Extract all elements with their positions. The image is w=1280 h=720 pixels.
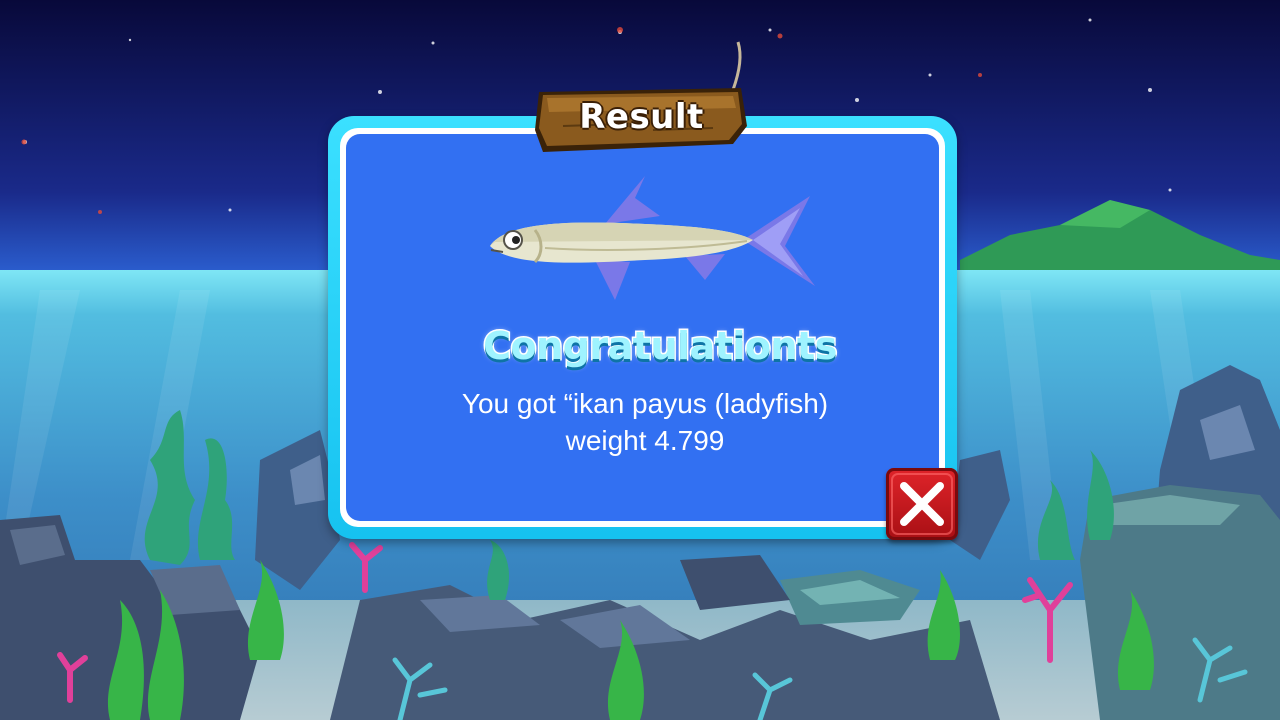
ladyfish-icon bbox=[485, 168, 819, 308]
title-plank: Result bbox=[533, 86, 750, 156]
close-button[interactable] bbox=[886, 468, 958, 540]
dialog-title: Result bbox=[579, 97, 704, 137]
congratulations-heading: Congratulationts bbox=[482, 323, 839, 370]
close-x-icon bbox=[891, 473, 953, 535]
catch-weight-line: weight 4.799 bbox=[565, 425, 725, 456]
catch-message-line1: You got “ikan payus (ladyfish) bbox=[461, 388, 829, 419]
caught-fish-image bbox=[490, 176, 815, 300]
